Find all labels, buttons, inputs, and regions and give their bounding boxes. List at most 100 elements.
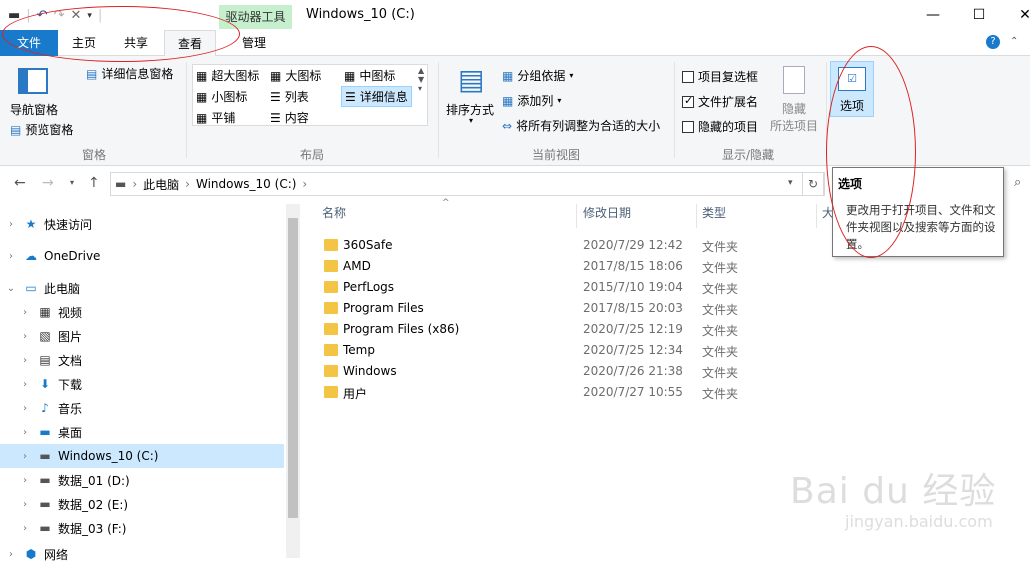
chevron-down-icon[interactable]: ⌄ [0, 283, 22, 294]
nav-item[interactable]: ⌄ ▭ 此电脑 [0, 276, 284, 300]
window-title: Windows_10 (C:) [306, 7, 415, 22]
breadcrumb-this-pc[interactable]: 此电脑 [143, 176, 179, 193]
star-icon: ★ [25, 217, 37, 231]
nav-item[interactable]: › ▬ 数据_03 (F:) [0, 516, 284, 540]
nav-item-label: 此电脑 [44, 281, 81, 296]
chevron-right-icon[interactable]: › [14, 451, 36, 462]
column-header-type[interactable]: 类型 [702, 204, 726, 221]
drive-icon: ▬ [39, 497, 51, 511]
file-date: 2015/7/10 19:04 [583, 280, 683, 294]
chevron-right-icon[interactable]: › [14, 427, 36, 438]
file-date: 2020/7/25 12:34 [583, 343, 683, 357]
file-extensions-toggle[interactable]: 文件扩展名 [682, 93, 758, 110]
chevron-right-icon[interactable]: › [14, 403, 36, 414]
chevron-up-icon[interactable]: ⌃ [1010, 36, 1018, 47]
chevron-right-icon[interactable]: › [14, 331, 36, 342]
file-row[interactable]: 360Safe 2020/7/29 12:42 文件夹 [316, 235, 816, 256]
forward-icon[interactable]: → [42, 175, 54, 191]
fit-columns-button[interactable]: ⇔ 将所有列调整为合适的大小 [502, 117, 660, 134]
nav-item[interactable]: › ▬ 数据_01 (D:) [0, 468, 284, 492]
nav-item[interactable]: › ⬢ 网络 [0, 542, 284, 566]
chevron-right-icon[interactable]: › [14, 475, 36, 486]
file-row[interactable]: Temp 2020/7/25 12:34 文件夹 [316, 340, 816, 361]
file-date: 2020/7/29 12:42 [583, 238, 683, 252]
nav-item[interactable]: › ★ 快速访问 [0, 212, 284, 236]
file-name: 360Safe [343, 238, 393, 252]
close-button[interactable]: ✕ [1002, 0, 1030, 30]
folder-icon [324, 239, 338, 251]
layout-small-icons[interactable]: ▦ 小图标 [196, 88, 247, 105]
breadcrumb-drive[interactable]: Windows_10 (C:) [196, 177, 296, 191]
add-columns-button[interactable]: ▦ 添加列 ▾ [502, 92, 561, 109]
chevron-right-icon[interactable]: › [14, 355, 36, 366]
nav-item[interactable]: › ▬ Windows_10 (C:) [0, 444, 284, 468]
nav-item[interactable]: › ▤ 文档 [0, 348, 284, 372]
watermark-brand: Bai du 经验 [790, 471, 997, 512]
layout-tiles[interactable]: ▦ 平铺 [196, 109, 235, 126]
details-pane-button[interactable]: ▤ 详细信息窗格 [86, 65, 173, 82]
nav-item-label: Windows_10 (C:) [58, 449, 159, 463]
file-row[interactable]: Program Files 2017/8/15 20:03 文件夹 [316, 298, 816, 319]
layout-large-icons[interactable]: ▦ 大图标 [270, 67, 321, 84]
folder-icon [324, 365, 338, 377]
column-header-name[interactable]: 名称 [322, 204, 346, 221]
layout-content[interactable]: ☰ 内容 [270, 109, 309, 126]
nav-scrollbar[interactable] [286, 204, 300, 558]
maximize-button[interactable]: ☐ [956, 0, 1002, 30]
nav-item[interactable]: › ▧ 图片 [0, 324, 284, 348]
help-icon[interactable]: ? [986, 35, 1000, 49]
nav-item[interactable]: › ⬇ 下载 [0, 372, 284, 396]
recent-locations-icon[interactable]: ▾ [70, 178, 74, 187]
file-row[interactable]: Program Files (x86) 2020/7/25 12:19 文件夹 [316, 319, 816, 340]
column-header-date[interactable]: 修改日期 [583, 204, 631, 221]
nav-item[interactable]: › ▦ 视频 [0, 300, 284, 324]
file-row[interactable]: 用户 2020/7/27 10:55 文件夹 [316, 382, 816, 403]
nav-item[interactable]: › ▬ 桌面 [0, 420, 284, 444]
folder-icon [324, 302, 338, 314]
address-input[interactable]: ▬ › 此电脑 › Windows_10 (C:) › [110, 172, 825, 196]
item-checkboxes-toggle[interactable]: 项目复选框 [682, 68, 758, 85]
gallery-scroll-icon[interactable]: ▲ ▼ ▾ [418, 66, 424, 93]
nav-item[interactable]: › ▬ 数据_02 (E:) [0, 492, 284, 516]
drive-icon: ▬ [115, 177, 127, 191]
nav-item[interactable]: › ♪ 音乐 [0, 396, 284, 420]
chevron-right-icon[interactable]: › [14, 379, 36, 390]
preview-pane-button[interactable]: ▤ 预览窗格 [10, 121, 73, 138]
nav-item-label: 数据_01 (D:) [58, 473, 130, 488]
nav-item-label: 文档 [58, 353, 83, 368]
hidden-items-toggle[interactable]: 隐藏的项目 [682, 118, 758, 135]
file-type: 文件夹 [702, 261, 739, 275]
minimize-button[interactable]: — [910, 0, 956, 30]
group-label-panes: 窗格 [82, 148, 107, 162]
layout-medium-icons[interactable]: ▦ 中图标 [344, 67, 395, 84]
chevron-right-icon[interactable]: › [0, 219, 22, 230]
file-row[interactable]: AMD 2017/8/15 18:06 文件夹 [316, 256, 816, 277]
group-label-show-hide: 显示/隐藏 [722, 148, 775, 162]
group-label-layout: 布局 [300, 148, 325, 162]
chevron-right-icon[interactable]: › [14, 523, 36, 534]
refresh-icon[interactable]: ↻ [802, 172, 824, 196]
chevron-right-icon[interactable]: › [14, 499, 36, 510]
layout-details[interactable]: ☰ 详细信息 [341, 86, 412, 107]
file-row[interactable]: Windows 2020/7/26 21:38 文件夹 [316, 361, 816, 382]
layout-extra-large-icons[interactable]: ▦ 超大图标 [196, 67, 259, 84]
nav-item[interactable]: › ☁ OneDrive [0, 244, 284, 268]
nav-item-label: 快速访问 [44, 217, 93, 232]
group-by-button[interactable]: ▦ 分组依据 ▾ [502, 67, 573, 84]
layout-list[interactable]: ☰ 列表 [270, 88, 309, 105]
drive-icon: ▬ [39, 473, 51, 487]
chevron-right-icon[interactable]: › [0, 251, 22, 262]
file-row[interactable]: PerfLogs 2015/7/10 19:04 文件夹 [316, 277, 816, 298]
navigation-pane: › ★ 快速访问 › ☁ OneDrive ⌄ ▭ 此电脑 › ▦ 视频 › ▧ 图片 › ▤ 文档 › ⬇ 下载 › ♪ 音… [0, 202, 300, 562]
address-dropdown-icon[interactable]: ▾ [788, 178, 793, 188]
file-type: 文件夹 [702, 366, 739, 380]
up-icon[interactable]: ↑ [88, 175, 100, 191]
back-icon[interactable]: ← [14, 175, 26, 191]
search-icon[interactable]: ⌕ [1014, 175, 1021, 190]
preview-pane-icon: ▤ [10, 122, 22, 137]
hide-selected-label[interactable]: 隐藏 [782, 100, 806, 117]
file-name: AMD [343, 259, 371, 273]
chevron-right-icon[interactable]: › [14, 307, 36, 318]
hide-selected-label-2[interactable]: 所选项目 [770, 117, 818, 134]
navigation-pane-button[interactable]: 导航窗格 [10, 101, 58, 118]
